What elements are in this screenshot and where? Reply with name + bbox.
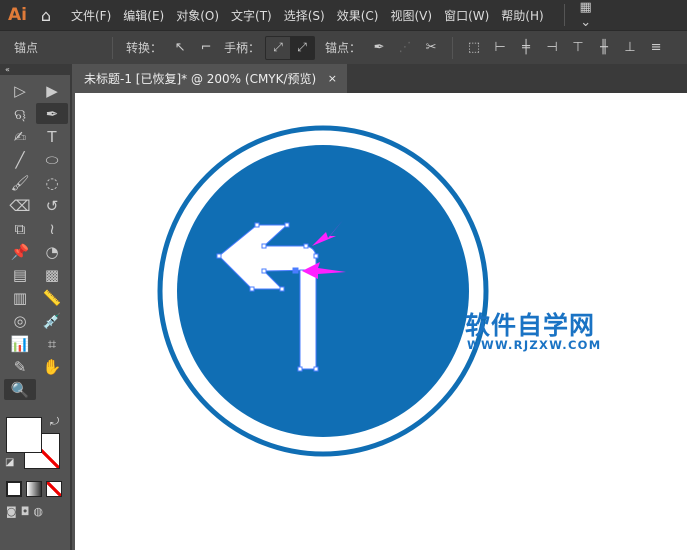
artboard-tool-icon[interactable]: ⌗ — [36, 333, 68, 354]
handles-label: 手柄： — [224, 41, 261, 55]
swap-icon[interactable]: ⤾ — [50, 415, 59, 429]
document-tab-title: 未标题-1 [已恢复]* @ 200% (CMYK/预览) — [84, 72, 317, 86]
warp-tool-icon[interactable]: ≀ — [36, 218, 68, 239]
convert-corner-icon[interactable]: ↖ — [170, 40, 190, 55]
home-icon[interactable]: ⌂ — [35, 6, 57, 25]
watermark-url: WWW.RJZXW.COM — [467, 338, 602, 352]
color-icon[interactable] — [6, 481, 22, 497]
menu-select[interactable]: 选择(S) — [284, 7, 325, 24]
shape-builder-tool-icon[interactable]: ◔ — [36, 241, 68, 262]
slice-tool-icon[interactable]: ✎ — [4, 356, 36, 377]
divider — [452, 36, 454, 59]
app-logo: Ai — [8, 5, 27, 25]
align-left-icon[interactable]: ⊢ — [490, 40, 510, 55]
pen-tool-icon[interactable]: ✒ — [36, 103, 68, 124]
divider — [563, 4, 565, 26]
mesh-tool-icon[interactable]: ▩ — [36, 264, 68, 285]
blob-brush-tool-icon[interactable]: ◌ — [36, 172, 68, 193]
collapse-icon[interactable]: « — [0, 64, 70, 75]
none-icon[interactable] — [46, 481, 62, 497]
anchor-label: 锚点： — [325, 41, 362, 55]
fill-stroke-widget: ⤾ ◪ — [0, 405, 70, 475]
menu-type[interactable]: 文字(T) — [231, 7, 272, 24]
lasso-tool-icon[interactable]: ୠ — [4, 103, 36, 124]
menu-effect[interactable]: 效果(C) — [337, 7, 379, 24]
menu-file[interactable]: 文件(F) — [71, 7, 111, 24]
zoom-tool-icon[interactable]: 🔍 — [4, 379, 36, 400]
eyedropper-tool-icon[interactable]: 💉 — [36, 310, 68, 331]
eraser-tool-icon[interactable]: ⌫ — [4, 195, 36, 216]
color-mode-row — [0, 475, 70, 503]
menu-window[interactable]: 窗口(W) — [444, 7, 489, 24]
connect-anchor-icon[interactable]: ⋰ — [395, 40, 415, 55]
menu-help[interactable]: 帮助(H) — [501, 7, 543, 24]
draw-behind-icon[interactable]: ◘ — [21, 505, 30, 518]
measure-tool-icon[interactable]: 📏 — [36, 287, 68, 308]
artboard-canvas[interactable]: 软件自学网 WWW.RJZXW.COM — [75, 93, 687, 550]
draw-normal-icon[interactable]: ◙ — [6, 505, 17, 518]
line-tool-icon[interactable]: ╱ — [4, 149, 36, 170]
cut-path-icon[interactable]: ✂ — [421, 40, 441, 55]
arrow-stem[interactable] — [299, 269, 317, 370]
perspective-grid-tool-icon[interactable]: ▤ — [4, 264, 36, 285]
hide-handles-icon[interactable]: ⤢ — [290, 36, 315, 59]
convert-smooth-icon[interactable]: ⌐ — [196, 40, 216, 55]
menu-edit[interactable]: 编辑(E) — [123, 7, 164, 24]
menu-bar: Ai ⌂ 文件(F) 编辑(E) 对象(O) 文字(T) 选择(S) 效果(C)… — [0, 0, 687, 30]
align-center-v-icon[interactable]: ╫ — [594, 40, 614, 55]
align-center-h-icon[interactable]: ╪ — [516, 40, 536, 55]
default-colors-icon[interactable]: ◪ — [5, 457, 14, 468]
hand-tool-icon[interactable]: ✋ — [36, 356, 68, 377]
transform-icon[interactable]: ⬚ — [464, 40, 484, 55]
sign-disc[interactable] — [177, 145, 469, 437]
align-top-icon[interactable]: ⊤ — [568, 40, 588, 55]
watermark-title: 软件自学网 — [465, 311, 596, 340]
direct-selection-tool-icon[interactable]: ▶ — [36, 80, 68, 101]
paintbrush-tool-icon[interactable]: 🖌 — [4, 172, 36, 193]
blend-tool-icon[interactable]: ◎ — [4, 310, 36, 331]
convert-label: 转换： — [126, 41, 163, 55]
workspace-layout-icon[interactable]: ▦ ⌄ — [576, 0, 596, 30]
distribute-icon[interactable]: ≡ — [646, 40, 666, 55]
gradient-icon[interactable] — [26, 481, 42, 497]
type-tool-icon[interactable]: T — [36, 126, 68, 147]
scale-tool-icon[interactable]: ⧉ — [4, 218, 36, 239]
align-bottom-icon[interactable]: ⊥ — [620, 40, 640, 55]
selection-tool-icon[interactable]: ▷ — [4, 80, 36, 101]
align-right-icon[interactable]: ⊣ — [542, 40, 562, 55]
document-tabs: 未标题-1 [已恢复]* @ 200% (CMYK/预览) × — [75, 64, 687, 93]
menu-view[interactable]: 视图(V) — [390, 7, 432, 24]
document-tab[interactable]: 未标题-1 [已恢复]* @ 200% (CMYK/预览) × — [75, 64, 347, 93]
curvature-tool-icon[interactable]: ✍ — [4, 126, 36, 147]
empty-slot — [36, 379, 68, 400]
draw-mode-row: ◙ ◘ ◍ — [0, 503, 70, 520]
divider — [112, 36, 113, 59]
graph-tool-icon[interactable]: 📊 — [4, 333, 36, 354]
gradient-tool-icon[interactable]: ▥ — [4, 287, 36, 308]
rotate-tool-icon[interactable]: ↺ — [36, 195, 68, 216]
show-handles-icon[interactable]: ⤢ — [266, 37, 290, 59]
remove-anchor-icon[interactable]: ✒ — [369, 40, 389, 55]
ellipse-tool-icon[interactable]: ⬭ — [36, 149, 68, 170]
mode-label: 锚点 — [14, 41, 39, 55]
tools-panel: « ▷ ▶ ୠ ✒ ✍ T ╱ ⬭ 🖌 ◌ ⌫ ↺ ⧉ ≀ 📌 ◔ ▤ ▩ ▥ … — [0, 64, 72, 550]
close-tab-icon[interactable]: × — [328, 72, 337, 85]
fill-swatch[interactable] — [6, 417, 42, 453]
puppet-warp-tool-icon[interactable]: 📌 — [4, 241, 36, 262]
artwork — [157, 125, 489, 457]
handles-group: ⤢ ⤢ — [265, 35, 316, 60]
control-bar: 锚点 转换： ↖ ⌐ 手柄： ⤢ ⤢ 锚点： ✒ ⋰ ✂ ⬚ ⊢ ╪ ⊣ ⊤ ╫… — [0, 30, 687, 64]
draw-inside-icon[interactable]: ◍ — [33, 505, 43, 518]
menu-object[interactable]: 对象(O) — [176, 7, 219, 24]
